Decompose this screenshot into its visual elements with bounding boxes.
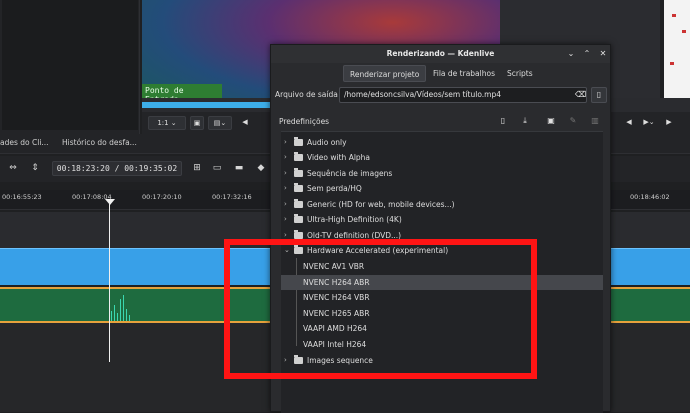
preset-group-image-sequence[interactable]: › Sequência de imagens — [281, 166, 603, 181]
zoom-select[interactable]: 1:1 ⌄ — [148, 116, 186, 130]
browse-file-icon[interactable]: ▯ — [591, 87, 607, 103]
timecode-display[interactable]: 00:18:23:20 / 00:19:35:02 — [52, 161, 182, 176]
clear-icon[interactable]: ⌫ — [575, 90, 586, 99]
overlay-button[interactable]: ▤⌄ — [208, 116, 232, 130]
play-icon[interactable]: ▶⌄ — [638, 116, 660, 130]
folder-icon — [294, 199, 303, 208]
close-icon[interactable]: ✕ — [597, 48, 609, 60]
playhead-line[interactable] — [109, 200, 110, 362]
tab-clip-properties[interactable]: ades do Cli... — [0, 138, 49, 147]
snap-icon[interactable]: ⊞ — [190, 162, 204, 175]
zone-icon[interactable]: ▭ — [210, 162, 224, 175]
chevron-right-icon: › — [284, 138, 287, 146]
playhead-handle[interactable] — [105, 199, 115, 205]
next-icon[interactable]: ▶ — [662, 116, 676, 130]
right-thumbnail — [664, 0, 690, 112]
folder-icon — [294, 230, 303, 239]
in-point-marker: Ponto de Entrada — [142, 84, 222, 104]
tab-scripts[interactable]: Scripts — [501, 65, 539, 82]
chevron-right-icon: › — [284, 215, 287, 223]
tab-render-project[interactable]: Renderizar projeto — [343, 65, 427, 82]
marker-icon[interactable]: ▬ — [232, 162, 246, 175]
download-icon[interactable]: ⤓ — [519, 116, 531, 128]
delete-preset-icon: ▥ — [591, 116, 599, 125]
preset-group-uhd[interactable]: › Ultra-High Definition (4K) — [281, 212, 603, 227]
folder-icon — [294, 152, 303, 161]
ruler-tick: 00:18:46:02 — [630, 193, 670, 201]
preset-group-generic[interactable]: › Generic (HD for web, mobile devices...) — [281, 197, 603, 212]
edit-preset-icon: ✎ — [569, 116, 577, 125]
ruler-tick: 00:16:55:23 — [2, 193, 42, 201]
dialog-tabs: Renderizar projeto Fila de trabalhos Scr… — [271, 65, 610, 83]
folder-icon — [294, 183, 303, 192]
spacer-icon[interactable]: ⇕ — [28, 162, 42, 175]
chevron-right-icon: › — [284, 153, 287, 161]
clip-preview — [2, 0, 138, 130]
tab-undo-history[interactable]: Histórico do desfa... — [62, 138, 137, 147]
annotation-highlight-box — [224, 239, 537, 379]
folder-icon — [294, 137, 303, 146]
preset-group-audio-only[interactable]: › Audio only — [281, 135, 603, 150]
save-preset-icon[interactable]: ▣ — [545, 116, 557, 128]
output-file-label: Arquivo de saída — [275, 90, 338, 99]
new-preset-icon[interactable]: ▯ — [497, 116, 509, 128]
ruler-tick: 00:17:32:16 — [212, 193, 252, 201]
ruler-tick: 00:17:20:10 — [142, 193, 182, 201]
chevron-right-icon: › — [284, 169, 287, 177]
folder-icon — [294, 168, 303, 177]
output-file-field[interactable]: /home/edsoncsilva/Vídeos/sem título.mp4 — [339, 87, 587, 103]
keyframe-icon[interactable]: ◆ — [254, 162, 268, 175]
rewind-icon[interactable]: ◀ — [238, 116, 252, 130]
previous-icon[interactable]: ◀ — [622, 116, 636, 130]
preset-group-video-alpha[interactable]: › Video with Alpha — [281, 150, 603, 165]
folder-icon — [294, 214, 303, 223]
tab-job-queue[interactable]: Fila de trabalhos — [427, 65, 501, 82]
minimize-icon[interactable]: ⌄ — [565, 48, 577, 60]
preset-group-lossless[interactable]: › Sem perda/HQ — [281, 181, 603, 196]
chevron-right-icon: › — [284, 184, 287, 192]
presets-label: Predefinições — [279, 117, 330, 126]
chevron-right-icon: › — [284, 200, 287, 208]
dialog-title: Renderizando — Kdenlive — [271, 45, 610, 63]
split-icon[interactable]: ⇔ — [6, 162, 20, 175]
maximize-icon[interactable]: ⌃ — [581, 48, 593, 60]
fit-icon[interactable]: ▣ — [190, 116, 204, 130]
